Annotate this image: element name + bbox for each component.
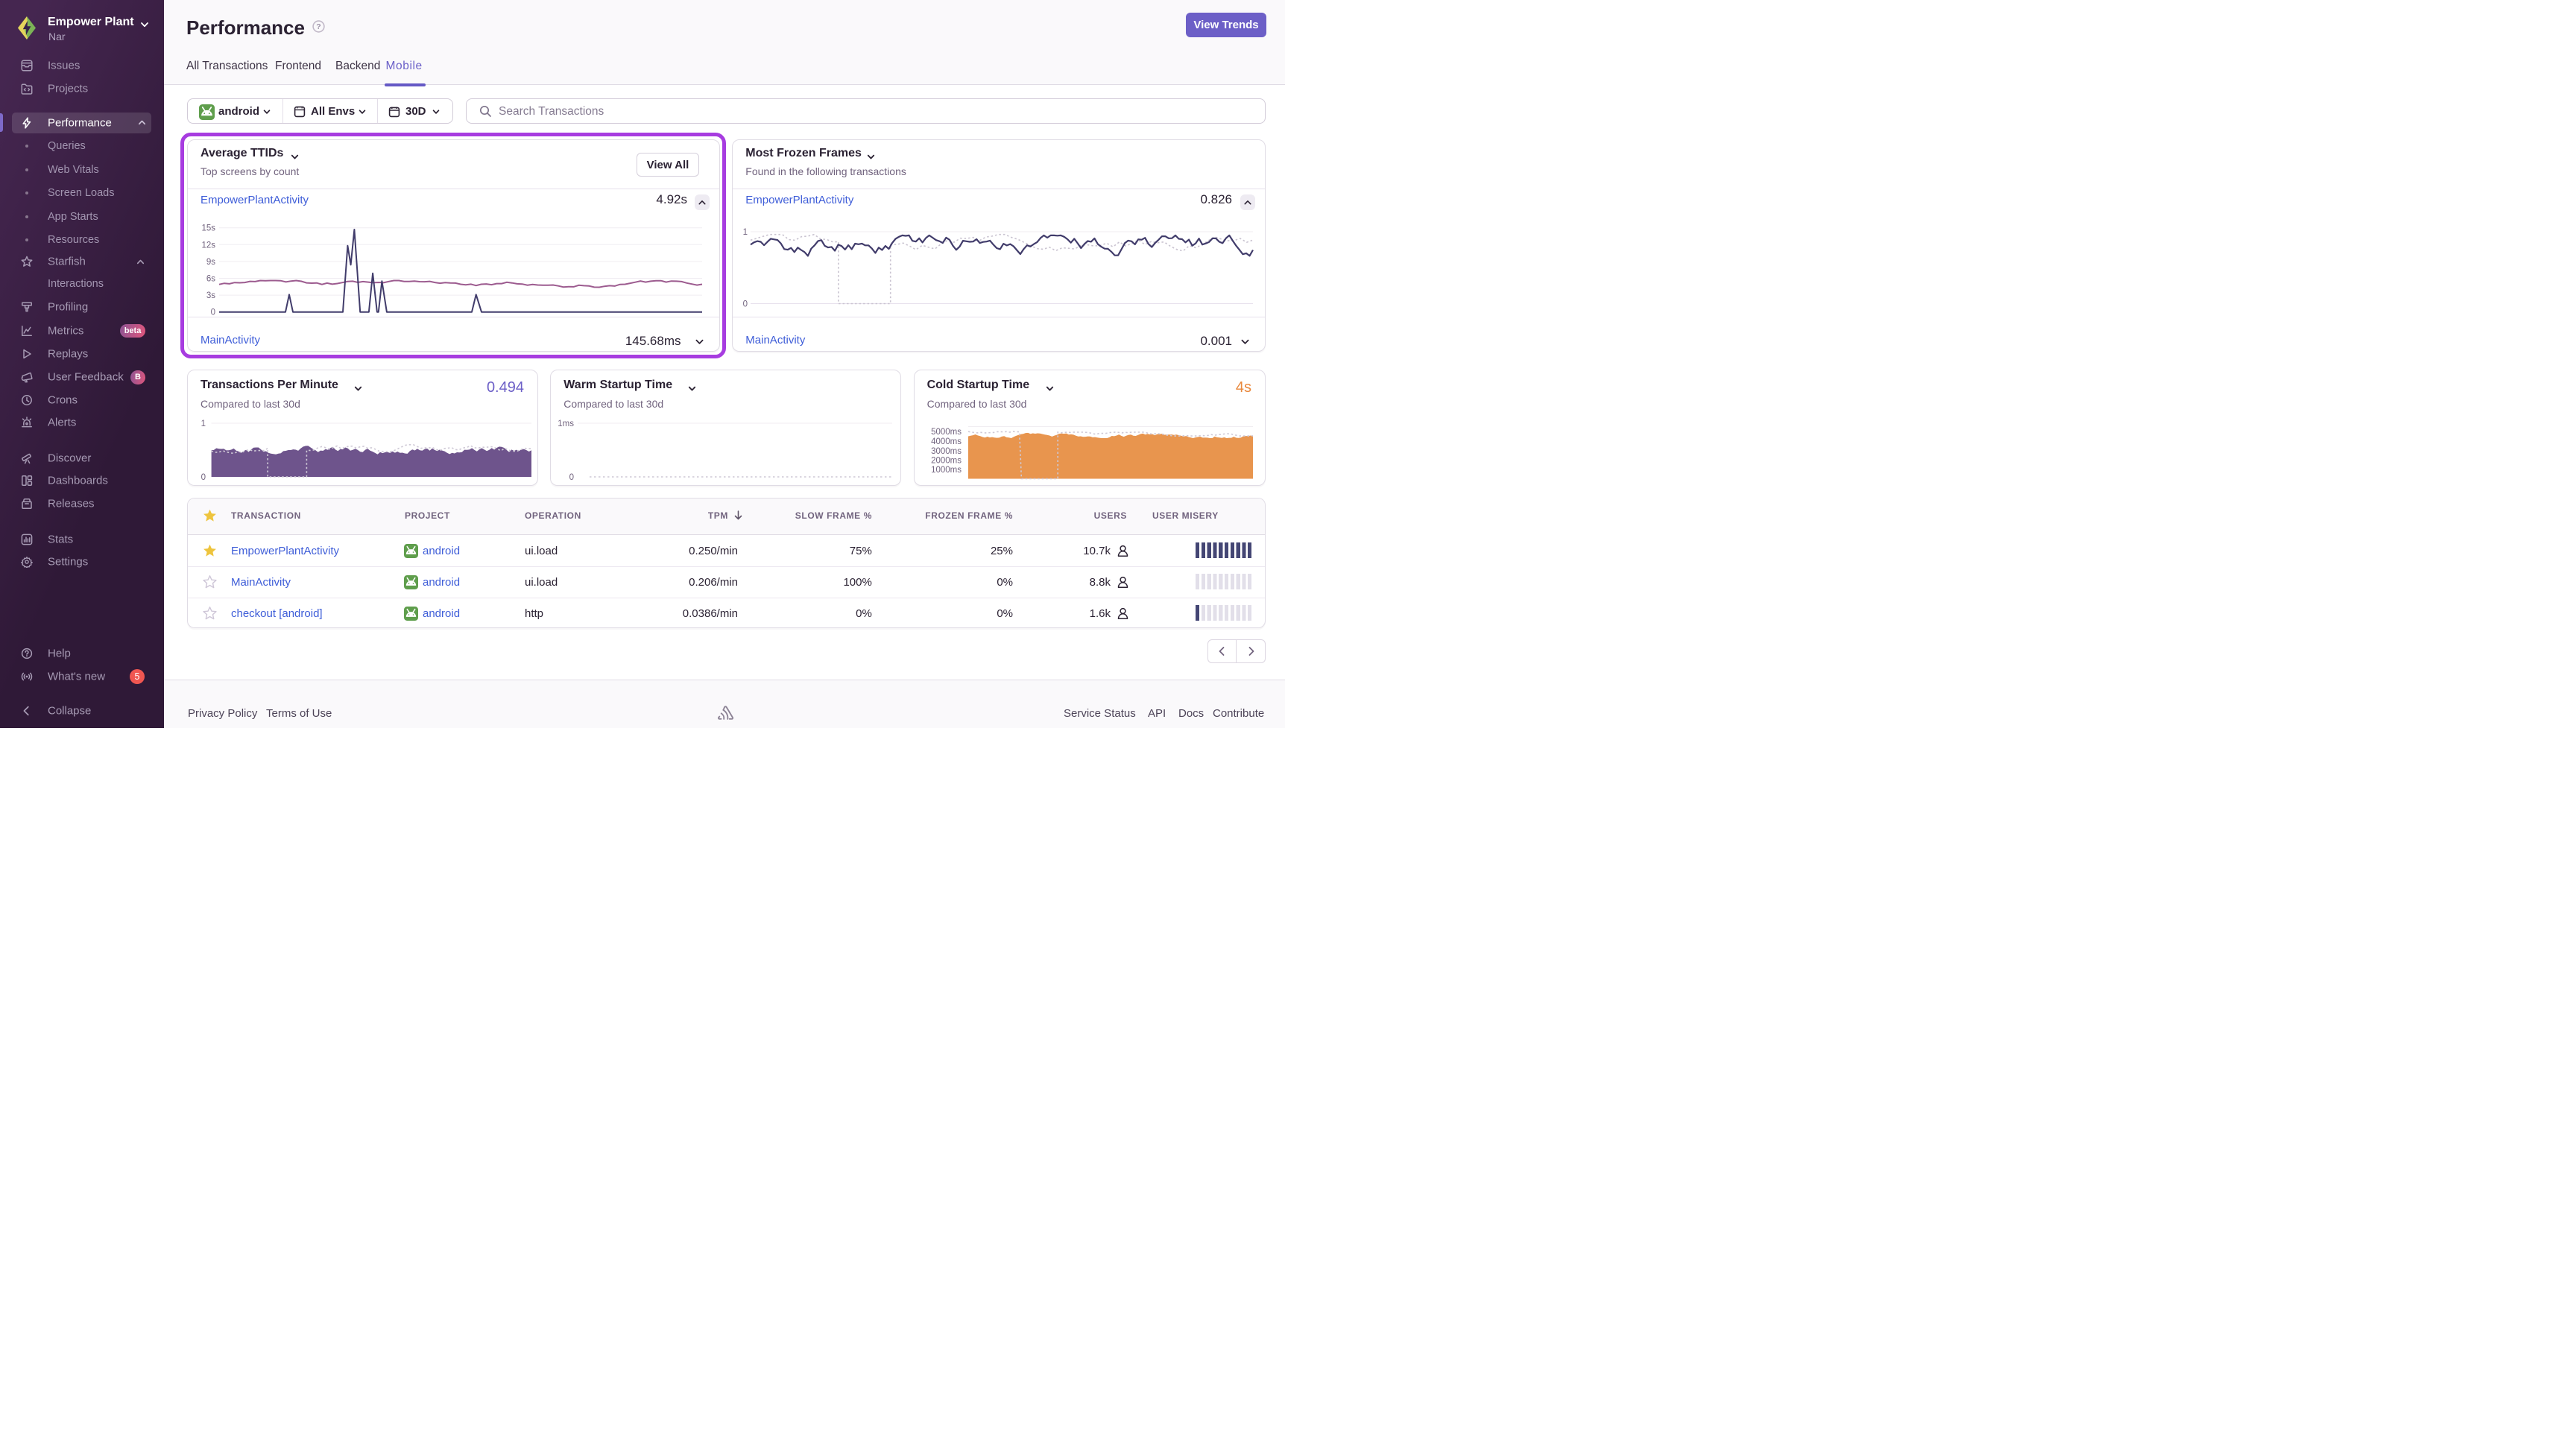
svg-text:?: ? <box>316 22 321 31</box>
svg-text:1: 1 <box>201 420 206 428</box>
svg-text:1000ms: 1000ms <box>931 466 962 475</box>
svg-text:0: 0 <box>743 300 748 308</box>
svg-text:4000ms: 4000ms <box>931 437 962 446</box>
svg-text:0: 0 <box>201 473 206 482</box>
svg-text:2000ms: 2000ms <box>931 457 962 466</box>
svg-text:0: 0 <box>569 473 574 482</box>
svg-text:5000ms: 5000ms <box>931 428 962 437</box>
svg-text:1ms: 1ms <box>558 420 575 428</box>
svg-text:3000ms: 3000ms <box>931 447 962 456</box>
svg-text:1: 1 <box>743 228 748 237</box>
